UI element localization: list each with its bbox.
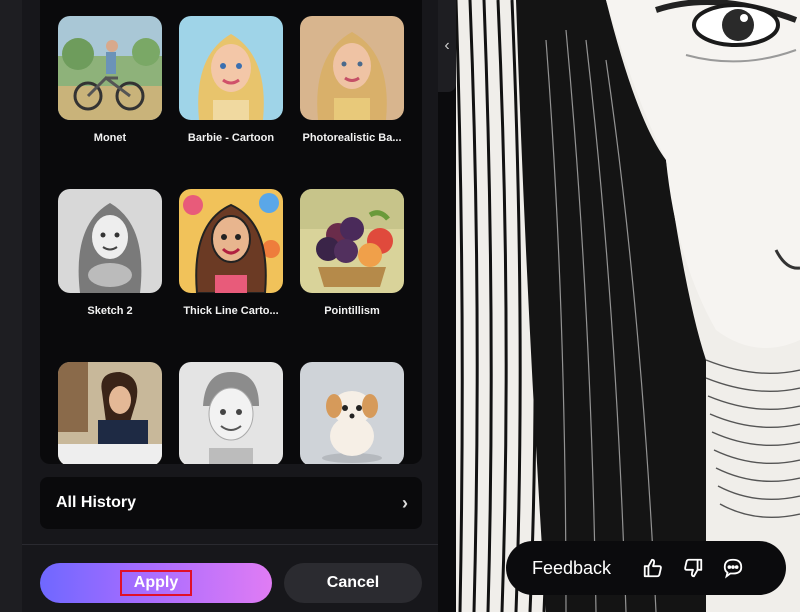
style-tile-9[interactable] <box>300 362 404 464</box>
apply-button[interactable]: Apply <box>40 563 272 603</box>
style-thumbnail <box>58 189 162 293</box>
chevron-left-icon: ‹ <box>444 37 450 54</box>
all-history-button[interactable]: All History › <box>40 477 422 529</box>
style-label: Monet <box>93 132 127 144</box>
style-tile-7[interactable] <box>58 362 162 464</box>
style-tile-pointillism[interactable]: Pointillism <box>300 189 404 317</box>
feedback-bar: Feedback <box>506 541 786 595</box>
style-tile-barbie-cartoon[interactable]: Barbie - Cartoon <box>179 16 283 144</box>
preview-canvas <box>456 0 800 612</box>
feedback-label: Feedback <box>532 557 612 578</box>
style-thumbnail <box>300 189 404 293</box>
chat-bubble-icon[interactable] <box>721 556 745 580</box>
style-thumbnail <box>300 16 404 120</box>
style-thumbnail <box>179 362 283 464</box>
style-tile-sketch-2[interactable]: Sketch 2 <box>58 189 162 317</box>
style-thumbnail <box>58 362 162 464</box>
chevron-right-icon: › <box>402 492 408 513</box>
style-tile-8[interactable] <box>179 362 283 464</box>
app-sidebar-strip <box>0 0 22 612</box>
thumbs-up-icon[interactable] <box>641 556 665 580</box>
style-grid: Monet Barbie - Cartoon Photorealistic Ba… <box>40 0 422 464</box>
style-label: Sketch 2 <box>87 305 133 317</box>
apply-label: Apply <box>119 570 193 596</box>
style-thumbnail <box>58 16 162 120</box>
style-thumbnail <box>300 362 404 464</box>
all-history-label: All History <box>56 494 137 511</box>
style-label: Barbie - Cartoon <box>187 132 275 144</box>
style-label: Thick Line Carto... <box>183 305 279 317</box>
thumbs-down-icon[interactable] <box>681 556 705 580</box>
style-tile-monet[interactable]: Monet <box>58 16 162 144</box>
preview-image <box>456 0 800 612</box>
style-tile-photorealistic[interactable]: Photorealistic Ba... <box>300 16 404 144</box>
panel-divider <box>22 544 438 545</box>
style-label: Photorealistic Ba... <box>302 132 402 144</box>
style-thumbnail <box>179 189 283 293</box>
collapse-panel-button[interactable]: ‹ <box>438 0 456 92</box>
style-thumbnail <box>179 16 283 120</box>
style-label: Pointillism <box>324 305 380 317</box>
cancel-button[interactable]: Cancel <box>284 563 422 603</box>
style-tile-thick-line-cartoon[interactable]: Thick Line Carto... <box>179 189 283 317</box>
